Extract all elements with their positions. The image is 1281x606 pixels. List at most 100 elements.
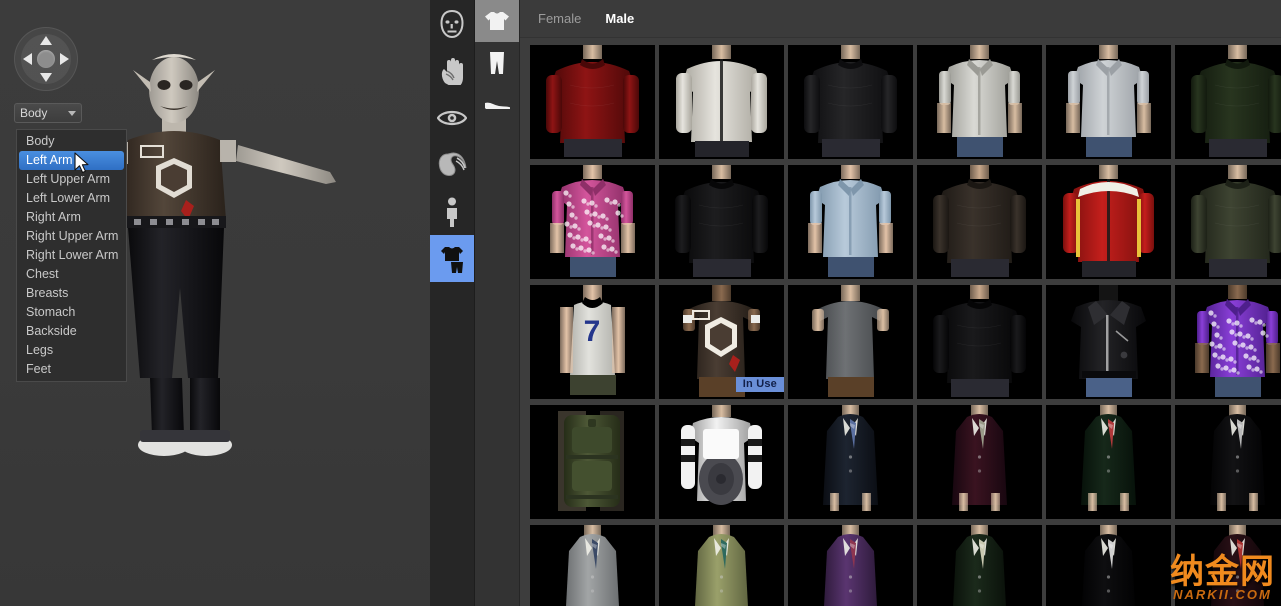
clothing-item-olive-sweater[interactable] [1175,165,1281,279]
clothing-icon [441,246,463,273]
clothing-thumbnail-image [1175,165,1281,279]
clothing-item-white-number-7-tank[interactable]: 7 [530,285,655,399]
gizmo-left-arrow-icon[interactable] [23,53,32,65]
clothing-item-camo-backpack[interactable] [530,405,655,519]
category-item-pants[interactable] [475,42,519,84]
gender-tab-bar[interactable]: Female Male [520,0,1281,38]
clothing-item-purple-suit[interactable] [788,525,913,606]
gizmo-down-arrow-icon[interactable] [40,73,52,82]
dropdown-option-backside[interactable]: Backside [17,322,126,341]
category-item-tops[interactable] [475,0,519,42]
clothing-item-black-textured-sweater[interactable] [917,285,1042,399]
clothing-grid-scroll-area[interactable]: 7 In Use [520,38,1281,606]
dropdown-option-left-lower-arm[interactable]: Left Lower Arm [17,189,126,208]
clothing-item-black-leather-jacket[interactable] [1046,285,1171,399]
clothing-item-light-gray-polo[interactable] [1046,45,1171,159]
category-icon-rail[interactable] [430,0,475,606]
chevron-down-icon [68,110,76,116]
clothing-thumbnail-image [659,525,784,606]
clothing-item-purple-floral-shirt[interactable] [1175,285,1281,399]
clothing-thumbnail-image [1046,285,1171,399]
tab-female[interactable]: Female [538,11,581,26]
clothing-thumbnail-image [788,525,913,606]
clothing-item-white-zip-jacket[interactable] [659,45,784,159]
dropdown-option-left-upper-arm[interactable]: Left Upper Arm [17,170,126,189]
clothing-item-gray-tee[interactable] [788,285,913,399]
clothing-item-denim-shirt[interactable] [788,165,913,279]
clothing-item-black-knit-sweater[interactable] [788,45,913,159]
clothing-item-gray-suit[interactable] [530,525,655,606]
clothing-thumbnail-image [1046,525,1171,606]
clothing-item-red-cable-sweater[interactable] [530,45,655,159]
dropdown-option-chest[interactable]: Chest [17,265,126,284]
clothing-thumbnail-image [788,45,913,159]
clothing-item-olive-suit[interactable] [659,525,784,606]
clothing-thumbnail-image [917,165,1042,279]
sidebar-item-head[interactable] [430,0,474,47]
mouse-cursor-icon [74,152,89,174]
tab-male[interactable]: Male [605,11,634,26]
pants-icon [490,52,504,74]
clothing-item-navy-suit[interactable] [788,405,913,519]
sidebar-item-hands[interactable] [430,47,474,94]
dropdown-option-right-lower-arm[interactable]: Right Lower Arm [17,246,126,265]
in-use-badge: In Use [735,377,784,392]
clothing-thumbnail-image [659,405,784,519]
dropdown-option-legs[interactable]: Legs [17,341,126,360]
shoe-icon [485,102,510,109]
clothing-category-strip[interactable] [475,0,520,606]
clothing-item-forest-suit[interactable] [917,525,1042,606]
clothing-thumbnail-image [530,45,655,159]
clothing-thumbnail-image [1046,45,1171,159]
sidebar-item-clothing[interactable] [430,235,474,282]
eye-icon [437,110,467,125]
clothing-item-dark-maroon-suit[interactable] [1175,525,1281,606]
clothing-thumbnail-image [1046,405,1171,519]
dropdown-option-stomach[interactable]: Stomach [17,303,126,322]
sidebar-item-eyes[interactable] [430,94,474,141]
sidebar-item-hair[interactable] [430,141,474,188]
clothing-thumbnail-image [659,165,784,279]
clothing-thumbnail-image [530,165,655,279]
clothing-item-brown-graphic-tee[interactable]: In Use [659,285,784,399]
clothing-item-white-dress-shirt[interactable] [917,45,1042,159]
clothing-item-maroon-suit[interactable] [917,405,1042,519]
clothing-item-black-suit[interactable] [1175,405,1281,519]
clothing-item-jet-black-suit[interactable] [1046,525,1171,606]
body-part-dropdown-button[interactable]: Body [14,103,82,123]
clothing-item-brown-sweater[interactable] [917,165,1042,279]
clothing-item-black-sweater[interactable] [659,165,784,279]
clothing-item-white-scifi-armor[interactable] [659,405,784,519]
clothing-item-pink-floral-shirt[interactable] [530,165,655,279]
dropdown-option-body[interactable]: Body [17,132,126,151]
clothing-item-red-track-jacket[interactable] [1046,165,1171,279]
clothing-thumbnail-image [917,45,1042,159]
navigation-gizmo[interactable] [14,27,78,91]
clothing-thumbnail-image [788,285,913,399]
clothing-grid[interactable]: 7 In Use [530,45,1281,606]
gizmo-center-knob[interactable] [37,50,55,68]
clothing-thumbnail-image [788,405,913,519]
clothing-thumbnail-image [1175,525,1281,606]
hair-icon [438,151,467,176]
body-part-dropdown-label: Body [20,106,48,120]
shirt-icon [485,12,509,30]
dropdown-option-left-arm[interactable]: Left Arm [19,151,124,170]
gizmo-up-arrow-icon[interactable] [40,36,52,45]
clothing-item-dark-green-suit[interactable] [1046,405,1171,519]
gizmo-right-arrow-icon[interactable] [60,53,69,65]
clothing-item-dark-green-sweater[interactable] [1175,45,1281,159]
svg-text:7: 7 [584,315,601,348]
dropdown-option-breasts[interactable]: Breasts [17,284,126,303]
dropdown-option-right-upper-arm[interactable]: Right Upper Arm [17,227,126,246]
character-customization-app: Body Body Left Arm Left Upper Arm Left Lowe… [0,0,1281,606]
category-item-shoes[interactable] [475,84,519,126]
body-part-dropdown-list[interactable]: Body Left Arm Left Upper Arm Left Lower Arm… [16,129,127,382]
dropdown-option-right-arm[interactable]: Right Arm [17,208,126,227]
body-icon [447,197,457,227]
clothing-thumbnail-image [917,525,1042,606]
sidebar-item-body[interactable] [430,188,474,235]
clothing-thumbnail-image [1175,285,1281,399]
3d-viewport[interactable]: Body Body Left Arm Left Upper Arm Left Lowe… [0,0,430,606]
dropdown-option-feet[interactable]: Feet [17,360,126,379]
